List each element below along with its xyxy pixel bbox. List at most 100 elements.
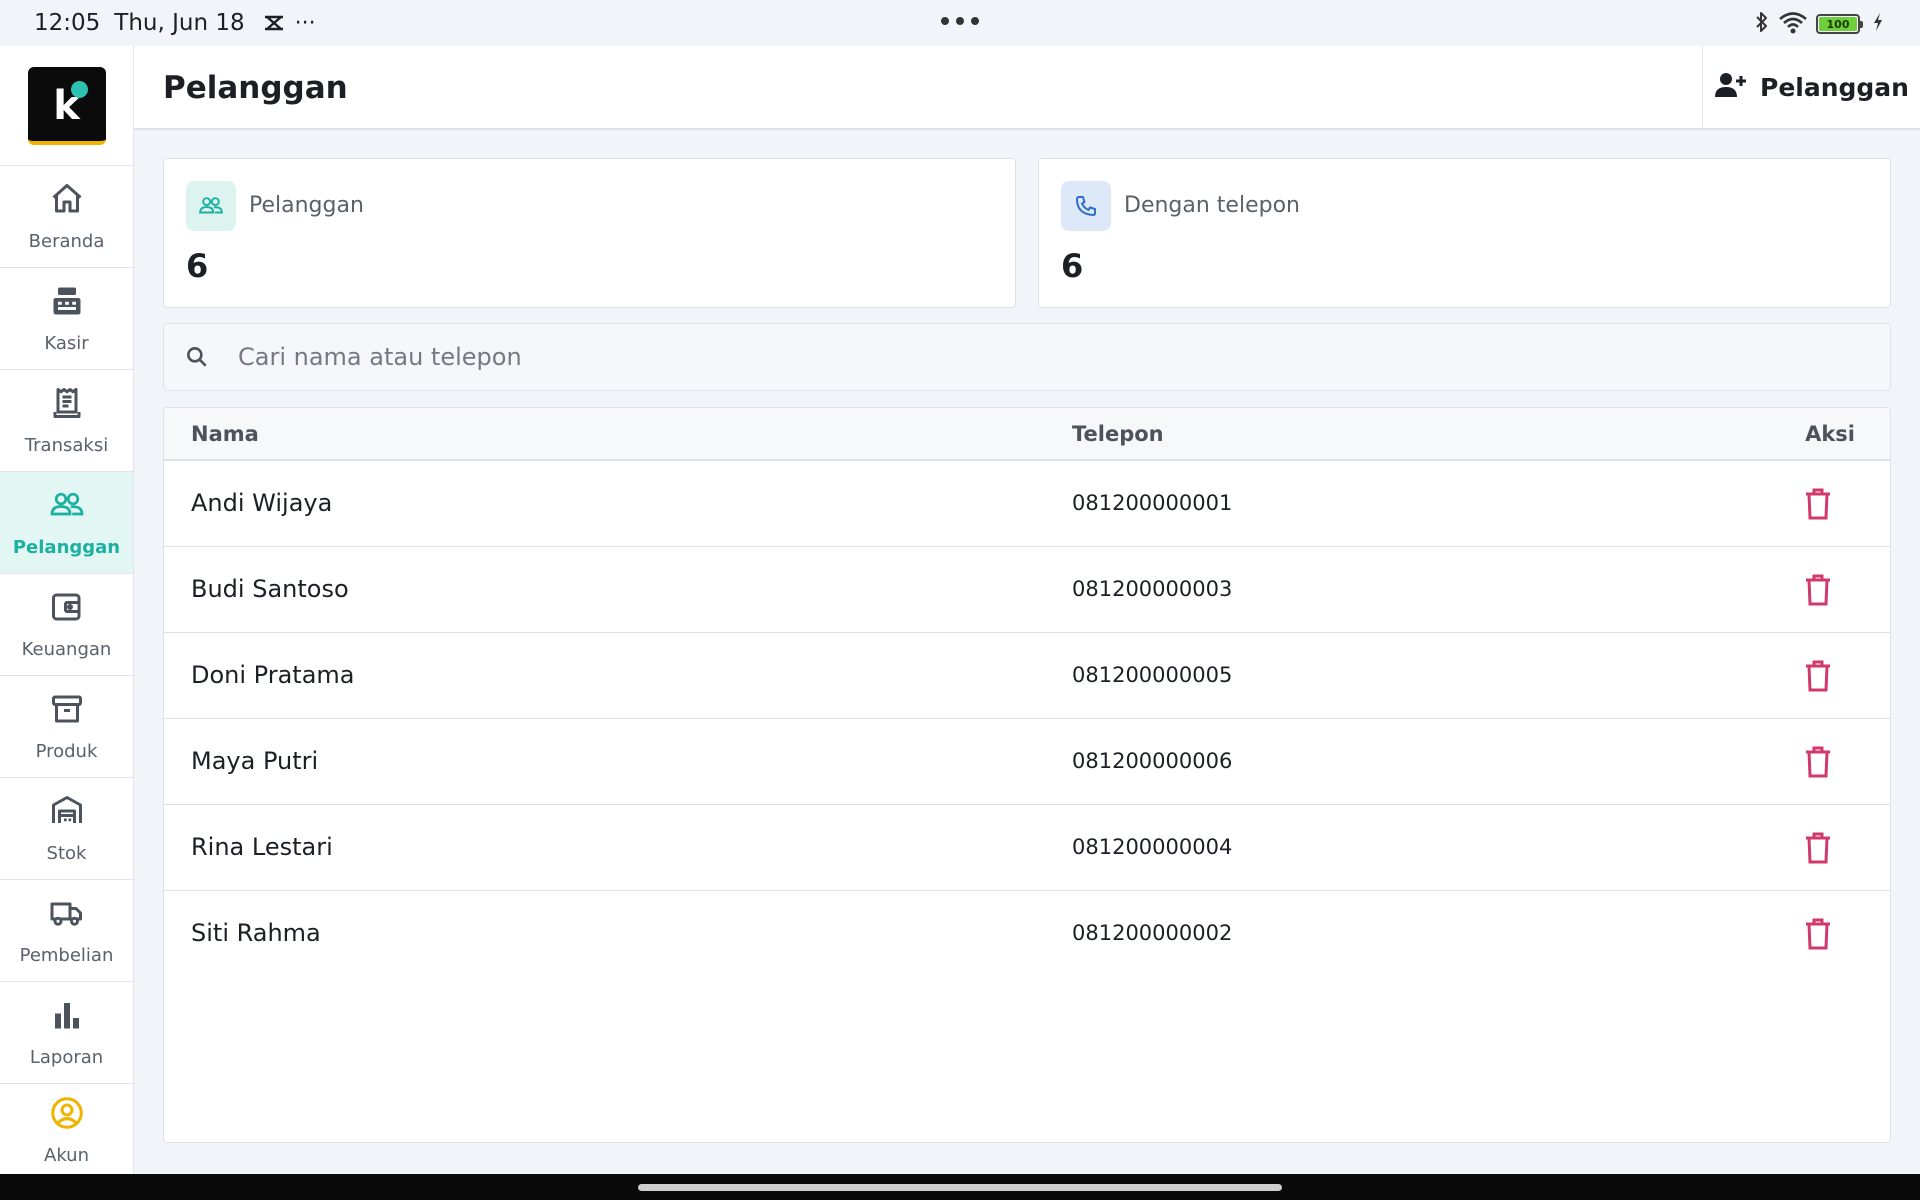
customer-name: Rina Lestari bbox=[191, 833, 333, 861]
search-icon bbox=[184, 344, 210, 370]
bar-chart-icon bbox=[49, 997, 85, 1037]
search-bar[interactable] bbox=[163, 323, 1891, 391]
add-customer-label: Pelanggan bbox=[1760, 72, 1909, 102]
receipt-icon bbox=[49, 385, 85, 425]
sidebar-item-kasir[interactable]: Kasir bbox=[0, 268, 133, 370]
table-header: Nama Telepon Aksi bbox=[164, 408, 1890, 461]
column-header-phone[interactable]: Telepon bbox=[1072, 422, 1164, 446]
delete-button[interactable] bbox=[1800, 915, 1836, 953]
trash-icon bbox=[1806, 746, 1830, 778]
battery-level: 100 bbox=[1819, 17, 1857, 31]
column-header-name[interactable]: Nama bbox=[191, 422, 259, 446]
table-row[interactable]: Doni Pratama 081200000005 bbox=[164, 633, 1890, 719]
sidebar-item-pembelian[interactable]: Pembelian bbox=[0, 880, 133, 982]
stat-label: Pelanggan bbox=[249, 193, 364, 218]
stat-label: Dengan telepon bbox=[1124, 193, 1300, 218]
delete-button[interactable] bbox=[1800, 657, 1836, 695]
sidebar: k Beranda Kasir Transaksi Pelanggan Keua… bbox=[0, 46, 134, 1174]
add-customer-button[interactable]: Pelanggan bbox=[1702, 46, 1920, 128]
sidebar-item-akun[interactable]: Akun bbox=[0, 1084, 133, 1176]
table-row[interactable]: Andi Wijaya 081200000001 bbox=[164, 461, 1890, 547]
sidebar-item-label: Keuangan bbox=[21, 639, 112, 660]
sidebar-item-label: Beranda bbox=[28, 231, 105, 252]
trash-icon bbox=[1806, 660, 1830, 692]
sidebar-item-label: Stok bbox=[46, 843, 87, 864]
battery-icon: 100 bbox=[1816, 14, 1863, 34]
status-date: Thu, Jun 18 bbox=[114, 10, 245, 36]
delete-button[interactable] bbox=[1800, 829, 1836, 867]
notification-icon bbox=[263, 14, 285, 32]
customer-name: Maya Putri bbox=[191, 747, 319, 775]
page-header: Pelanggan Pelanggan bbox=[134, 46, 1920, 130]
home-icon bbox=[49, 181, 85, 221]
search-input[interactable] bbox=[238, 343, 1738, 371]
sidebar-item-label: Transaksi bbox=[24, 435, 109, 456]
app-logo[interactable]: k bbox=[27, 66, 106, 145]
customer-phone: 081200000001 bbox=[1072, 491, 1233, 515]
table-row[interactable]: Rina Lestari 081200000004 bbox=[164, 805, 1890, 891]
charging-icon bbox=[1872, 12, 1884, 36]
logo-area: k bbox=[0, 46, 133, 166]
status-bar: 12:05 Thu, Jun 18 ··· 100 bbox=[0, 0, 1920, 46]
sidebar-item-label: Akun bbox=[44, 1144, 89, 1166]
customer-name: Siti Rahma bbox=[191, 919, 321, 947]
sidebar-item-label: Kasir bbox=[44, 333, 89, 354]
sidebar-item-stok[interactable]: Stok bbox=[0, 778, 133, 880]
sidebar-item-beranda[interactable]: Beranda bbox=[0, 166, 133, 268]
sidebar-item-pelanggan[interactable]: Pelanggan bbox=[0, 472, 133, 574]
trash-icon bbox=[1806, 574, 1830, 606]
customer-name: Andi Wijaya bbox=[191, 489, 333, 517]
sidebar-item-keuangan[interactable]: Keuangan bbox=[0, 574, 133, 676]
delete-button[interactable] bbox=[1800, 743, 1836, 781]
page-title: Pelanggan bbox=[163, 70, 348, 106]
warehouse-icon bbox=[49, 793, 85, 833]
wallet-icon bbox=[49, 589, 85, 629]
archive-box-icon bbox=[49, 691, 85, 731]
table-row[interactable]: Maya Putri 081200000006 bbox=[164, 719, 1890, 805]
status-left: 12:05 Thu, Jun 18 ··· bbox=[34, 10, 316, 36]
sidebar-item-label: Produk bbox=[35, 741, 98, 762]
customer-name: Doni Pratama bbox=[191, 661, 355, 689]
trash-icon bbox=[1806, 832, 1830, 864]
sidebar-item-label: Pelanggan bbox=[12, 537, 121, 558]
trash-icon bbox=[1806, 488, 1830, 520]
users-icon bbox=[49, 487, 85, 527]
column-header-action: Aksi bbox=[1805, 422, 1855, 446]
truck-icon bbox=[49, 895, 85, 935]
sidebar-item-transaksi[interactable]: Transaksi bbox=[0, 370, 133, 472]
delete-button[interactable] bbox=[1800, 571, 1836, 609]
logo-dot bbox=[70, 80, 88, 98]
delete-button[interactable] bbox=[1800, 485, 1836, 523]
customer-table: Nama Telepon Aksi Andi Wijaya 0812000000… bbox=[163, 407, 1891, 1143]
account-circle-icon bbox=[49, 1095, 85, 1135]
bluetooth-icon bbox=[1754, 10, 1770, 38]
person-add-icon bbox=[1714, 70, 1748, 104]
customer-phone: 081200000005 bbox=[1072, 663, 1233, 687]
status-time: 12:05 bbox=[34, 10, 101, 36]
customer-name: Budi Santoso bbox=[191, 575, 349, 603]
table-row[interactable]: Budi Santoso 081200000003 bbox=[164, 547, 1890, 633]
stat-card-customers: Pelanggan 6 bbox=[163, 158, 1016, 308]
phone-icon bbox=[1061, 181, 1111, 231]
trash-icon bbox=[1806, 918, 1830, 950]
stat-card-with-phone: Dengan telepon 6 bbox=[1038, 158, 1891, 308]
multitask-dots-icon[interactable] bbox=[940, 12, 980, 31]
stat-value: 6 bbox=[186, 247, 209, 285]
sidebar-item-produk[interactable]: Produk bbox=[0, 676, 133, 778]
customer-phone: 081200000004 bbox=[1072, 835, 1233, 859]
table-row[interactable]: Siti Rahma 081200000002 bbox=[164, 891, 1890, 977]
system-nav-bar bbox=[0, 1174, 1920, 1200]
cash-register-icon bbox=[49, 283, 85, 323]
customer-phone: 081200000003 bbox=[1072, 577, 1233, 601]
home-indicator[interactable] bbox=[638, 1184, 1282, 1191]
sidebar-item-laporan[interactable]: Laporan bbox=[0, 982, 133, 1084]
wifi-icon bbox=[1778, 10, 1808, 38]
customer-phone: 081200000006 bbox=[1072, 749, 1233, 773]
status-more: ··· bbox=[294, 10, 316, 36]
stat-value: 6 bbox=[1061, 247, 1084, 285]
status-right: 100 bbox=[1754, 10, 1884, 38]
customer-phone: 081200000002 bbox=[1072, 921, 1233, 945]
users-icon bbox=[186, 181, 236, 231]
sidebar-item-label: Laporan bbox=[29, 1047, 104, 1068]
sidebar-item-label: Pembelian bbox=[19, 945, 114, 966]
